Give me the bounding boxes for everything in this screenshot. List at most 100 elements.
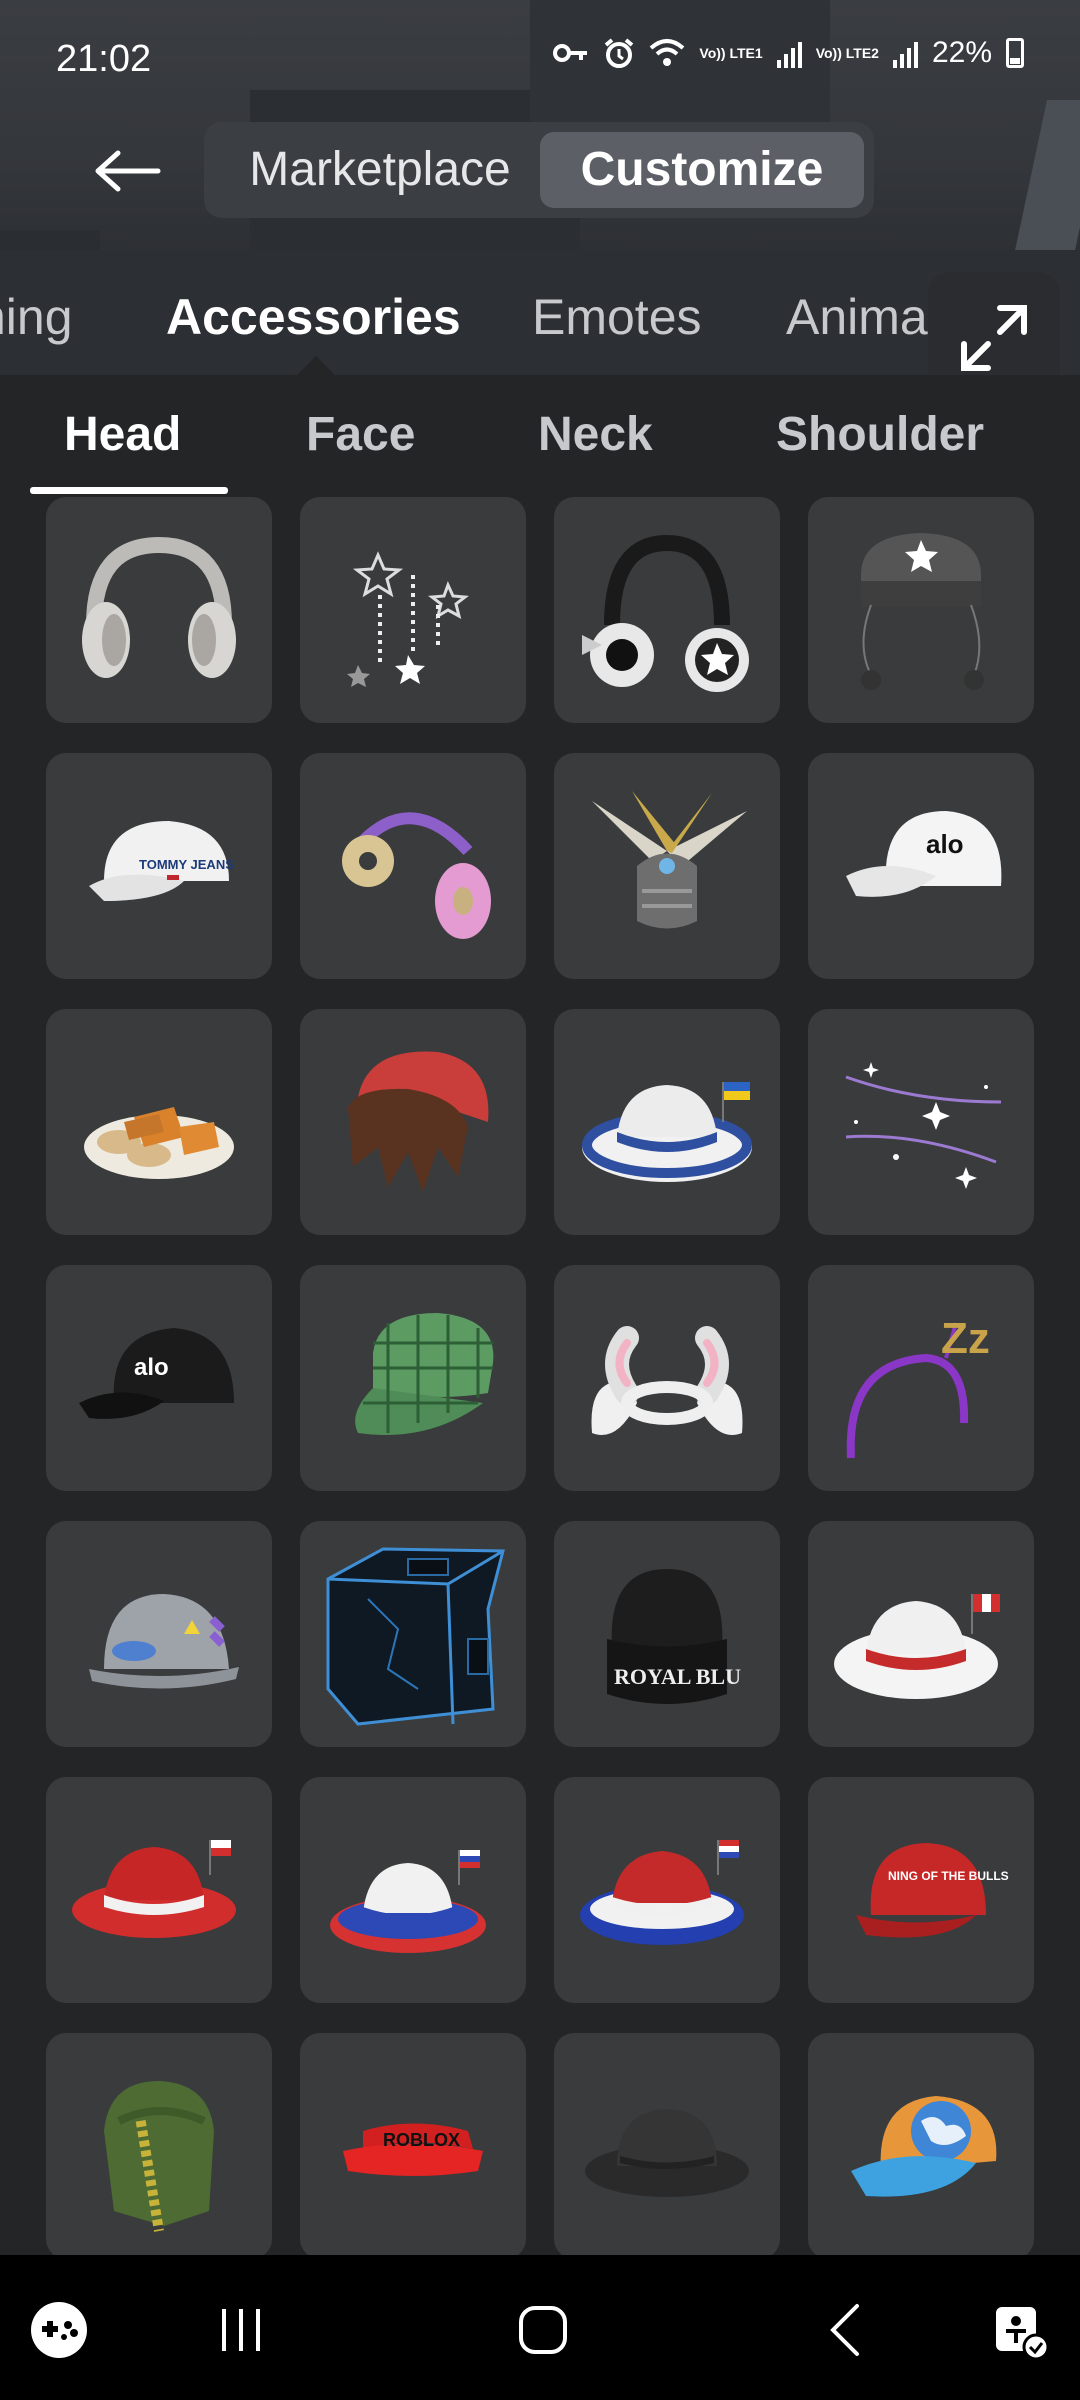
item-tile[interactable] [554,2033,780,2255]
subtab-head[interactable]: Head [64,407,181,462]
bunny-ears-icon [591,1326,743,1435]
recent-apps-icon [222,2309,260,2351]
vpn-key-icon [553,44,588,62]
item-tile[interactable] [46,2033,272,2255]
green-hood-icon [104,2081,214,2232]
item-tile[interactable] [808,1009,1034,1235]
roblox-visor-icon: ROBLOX [343,2123,483,2176]
signal-2-icon [892,38,918,68]
red-fedora-icon [72,1840,236,1938]
battery-percent: 22% [931,36,992,69]
item-tile[interactable] [554,497,780,723]
subtab-face[interactable]: Face [306,407,415,462]
globe-cap-icon [851,2096,997,2197]
game-controller-button[interactable] [14,2285,104,2375]
mode-toggle: Marketplace Customize [204,122,874,218]
star-chains-icon [347,551,469,687]
item-tile[interactable] [300,1521,526,1747]
tab-customize[interactable]: Customize [540,132,864,208]
item-tile[interactable] [554,1009,780,1235]
item-tile[interactable]: NING OF THE BULLS [808,1777,1034,2003]
svg-text:Zz: Zz [941,1314,990,1363]
back-button[interactable] [82,138,172,204]
item-tile[interactable] [300,1009,526,1235]
white-cap-icon: TOMMY JEANS [89,821,234,901]
subtab-shoulder[interactable]: Shoulder [776,407,984,462]
ukraine-fedora-icon [582,1082,752,1182]
item-tile[interactable] [46,1009,272,1235]
royal-blu-beanie-icon: ROYAL BLU [607,1569,741,1704]
svg-text:ROYAL BLU: ROYAL BLU [614,1664,741,1689]
item-tile[interactable]: ROBLOX [300,2033,526,2255]
tab-marketplace[interactable]: Marketplace [220,132,540,208]
winged-helmet-icon [592,791,747,929]
item-tile[interactable] [300,497,526,723]
category-tab-animations[interactable]: Anima [786,288,928,346]
alarm-icon [605,38,634,68]
item-tile[interactable]: ROYAL BLU [554,1521,780,1747]
accessibility-icon [996,2307,1050,2361]
status-icons: Vo)) LTE1 Vo)) LTE2 22% [553,36,1024,70]
zzz-headband-icon: Zz [846,1314,990,1459]
svg-text:NING OF THE BULLS: NING OF THE BULLS [888,1869,1009,1883]
white-headphones-icon [82,536,236,678]
svg-text:alo: alo [134,1354,169,1381]
donut-headphones-icon [342,812,491,939]
expand-icon [961,305,1027,371]
status-time: 21:02 [56,38,152,80]
item-tile[interactable] [808,2033,1034,2255]
svg-text:alo: alo [926,829,964,859]
pastry-plate-icon [84,1107,234,1179]
active-subtab-underline [30,487,228,494]
item-tile[interactable] [808,1521,1034,1747]
sparkle-trail-icon [845,1062,1002,1189]
black-bowler-icon [585,2109,749,2197]
item-tile[interactable] [554,753,780,979]
svg-text:ROBLOX: ROBLOX [383,2130,460,2150]
signal-1-icon [776,38,802,68]
category-tab-clothing[interactable]: ning [0,288,73,346]
netherlands-fedora-icon [580,1840,744,1945]
item-tile[interactable] [46,1777,272,2003]
item-tile[interactable] [46,1521,272,1747]
black-star-headphones-icon [582,534,749,692]
subcategory-tabs: Head Face Neck Shoulder [0,375,1080,495]
item-tile[interactable] [300,1777,526,2003]
alo-black-cap-icon: alo [79,1328,234,1419]
subtab-neck[interactable]: Neck [538,407,653,462]
item-tile[interactable] [46,497,272,723]
item-tile[interactable] [554,1777,780,2003]
category-tabs: ning Accessories Emotes Anima [0,250,1080,375]
home-button[interactable] [498,2285,588,2375]
item-tile[interactable]: alo [46,1265,272,1491]
category-tab-accessories[interactable]: Accessories [166,288,461,346]
neon-box-icon [326,1547,505,1726]
item-tile[interactable] [300,753,526,979]
item-tile[interactable]: Zz [808,1265,1034,1491]
recent-apps-button[interactable] [196,2285,286,2375]
item-tile[interactable] [300,1265,526,1491]
wifi-icon [650,39,685,66]
item-tile[interactable] [808,497,1034,723]
home-icon [519,2306,567,2354]
alo-white-cap-icon: alo [846,811,1002,897]
russia-fedora-icon [330,1850,486,1953]
peru-fedora-icon [834,1594,1000,1699]
bulls-cap-icon: NING OF THE BULLS [856,1843,1009,1938]
active-category-caret [296,356,336,375]
system-back-button[interactable] [800,2285,890,2375]
svg-text:TOMMY JEANS: TOMMY JEANS [139,857,234,872]
item-tile[interactable]: TOMMY JEANS [46,753,272,979]
accessory-grid: TOMMY JEANS alo alo Zz ROYAL BLU NING OF… [0,495,1080,2255]
status-bar: 21:02 Vo)) LTE1 Vo)) LTE2 22% [0,0,1080,120]
star-beanie-icon [861,533,984,690]
sim1-label: Vo)) LTE1 [699,45,763,61]
battery-icon [1006,38,1024,68]
accessibility-button[interactable] [976,2285,1066,2375]
category-tab-emotes[interactable]: Emotes [532,288,702,346]
item-tile[interactable]: alo [808,753,1034,979]
plaid-cap-icon [355,1313,494,1435]
hard-hat-icon [89,1594,239,1689]
red-beanie-hair-icon [348,1051,489,1192]
item-tile[interactable] [554,1265,780,1491]
